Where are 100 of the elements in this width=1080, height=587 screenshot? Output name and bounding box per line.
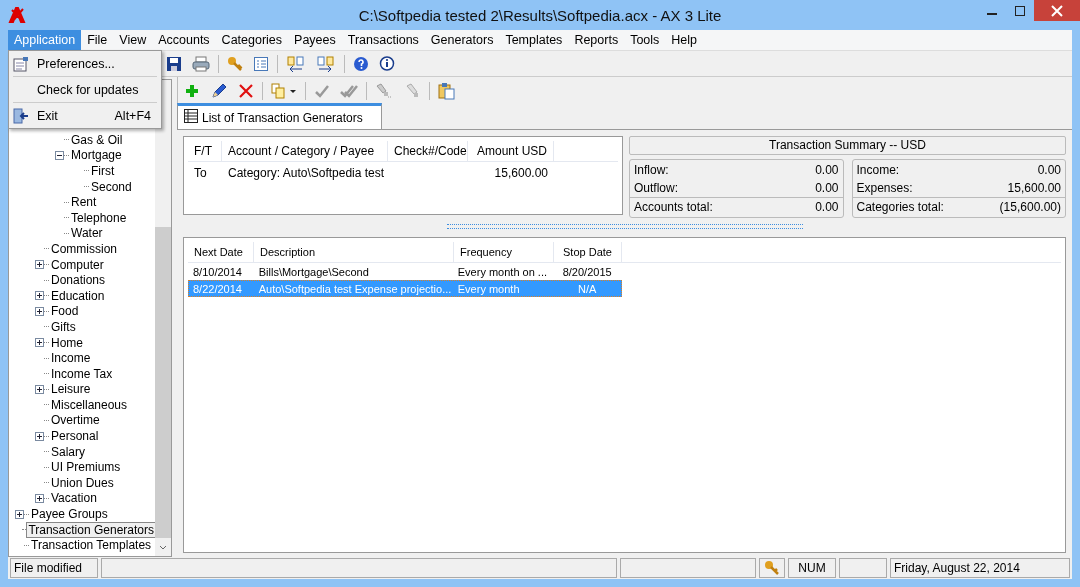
tree-item[interactable]: Transaction Generators [27,522,155,537]
table-row[interactable]: 8/10/2014 Bills\Mortgage\Second Every month on ... 8/20/2015 [188,263,622,280]
menu-item[interactable]: Exit Alt+F4 [9,105,161,126]
status-date: Friday, August 22, 2014 [890,558,1070,578]
status-panel [839,558,887,578]
summary-value: 0.00 [815,181,839,195]
column-header[interactable]: Stop Date [554,242,622,262]
table-cell-text: 8/10/2014 [192,264,243,279]
expander-icon[interactable] [35,338,44,347]
tree-item[interactable]: Gifts [50,319,77,334]
menu-item[interactable]: Help [665,30,704,50]
tab[interactable]: List of Transaction Generators [177,103,382,129]
table-cell-text: Every month on ... [456,264,549,279]
minimize-icon [987,12,997,15]
summary-label: Income: [856,163,900,177]
table-cell-text: Category: Auto\Softpedia test [227,165,386,182]
column-header[interactable]: Frequency [454,242,554,262]
close-icon [1051,4,1063,17]
menu-item[interactable]: Reports [568,30,625,50]
tree-item[interactable]: Personal [50,429,100,444]
clipboard-icon[interactable] [436,80,458,102]
menu-item[interactable]: Generators [424,30,500,50]
summary-label: Inflow: [634,163,669,177]
window-title: C:\Softpedia tested 2\Results\Softpedia.acx - AX 3 Lite [357,6,723,24]
summary-label: Outflow: [634,181,678,195]
tree-item[interactable]: Overtime [50,413,101,428]
summary-label: Expenses: [856,181,913,195]
splitter-handle[interactable] [446,223,803,229]
menu-item[interactable]: File [81,30,114,50]
tree-item[interactable]: Computer [50,257,105,272]
maximize-icon [1015,5,1025,16]
tree-item[interactable]: Water [70,226,104,241]
expander-icon[interactable] [15,509,24,519]
column-header[interactable]: Amount USD [468,141,554,161]
tree-item[interactable]: UI Premiums [50,460,122,475]
expander-icon[interactable] [35,260,44,270]
column-header[interactable]: Check#/Code [388,141,468,161]
tree-item[interactable]: Vacation [50,491,98,506]
tree-item[interactable]: Telephone [70,210,128,225]
menu-item[interactable]: Preferences... [9,53,161,74]
tree-item[interactable]: Home [50,335,84,350]
expander-icon[interactable] [35,493,44,503]
tree-item[interactable]: Food [50,304,80,319]
tree-item[interactable]: Salary [50,444,86,459]
table-cell-text: 8/20/2015 [561,264,613,279]
column-header[interactable]: F/T [188,141,222,161]
tree-item[interactable]: Education [50,288,106,303]
expander-icon[interactable] [55,150,64,160]
summary-title: Transaction Summary -- USD [629,136,1066,155]
column-header[interactable]: Next Date [188,242,254,262]
summary-value: 0.00 [815,200,839,214]
tree-item[interactable]: Payee Groups [30,507,109,522]
menu-item[interactable]: View [113,30,153,50]
table-cell-text: 8/22/2014 [192,281,243,296]
menu-item[interactable]: Accounts [152,30,216,50]
exit-door-icon [13,107,29,124]
tree-item[interactable]: First [90,164,116,178]
tab-label: List of Transaction Generators [202,110,363,125]
tree-item[interactable]: Income [50,351,92,366]
status-message: File modified [10,558,98,578]
menu-item[interactable]: Categories [215,30,289,50]
summary-value: (15,600.00) [999,200,1061,214]
close-button[interactable] [1034,0,1080,21]
expander-icon[interactable] [35,291,44,301]
menu-item[interactable]: Payees [288,30,342,50]
summary-label: Accounts total: [634,200,713,214]
tree-item[interactable]: Second [90,179,133,194]
summary-value: 0.00 [1037,163,1061,177]
tree-item[interactable]: Gas & Oil [70,132,124,147]
expander-icon[interactable] [35,384,44,394]
tree-item[interactable]: Rent [70,195,98,210]
tree-item[interactable]: Union Dues [50,475,115,490]
key-icon [759,558,785,578]
grid-icon [184,109,198,126]
app-logo-icon [8,6,26,24]
menu-item[interactable]: Transactions [341,30,425,50]
tree-item[interactable]: Income Tax [50,366,114,381]
column-header[interactable]: Account / Category / Payee [222,141,388,161]
table-cell-text: Every month [456,281,521,296]
expander-icon[interactable] [35,431,44,441]
tree-item[interactable]: Mortgage [70,148,123,163]
menu-item[interactable]: Check for updates [9,79,161,100]
menu-item[interactable]: Tools [624,30,666,50]
scrollbar[interactable] [155,80,171,556]
preferences-icon [13,55,29,72]
tree-item[interactable]: Miscellaneous [50,397,129,412]
document-dropdown-icon[interactable] [269,81,299,101]
tree-item[interactable]: Donations [50,273,107,288]
tree-item[interactable]: Leisure [50,382,92,397]
summary-value: 0.00 [815,163,839,177]
tree-item[interactable]: Commission [50,241,118,256]
summary-label: Categories total: [856,200,944,214]
expander-icon[interactable] [35,306,44,316]
menu-item[interactable]: Templates [499,30,569,50]
column-header[interactable]: Description [254,242,454,262]
info-icon[interactable] [377,53,397,74]
table-cell-text: N/A [577,281,598,296]
tree-item[interactable]: Transaction Templates [30,538,153,553]
table-cell-text: Auto\Softpedia test Expense projectio... [257,281,453,296]
print-icon[interactable] [190,53,212,74]
